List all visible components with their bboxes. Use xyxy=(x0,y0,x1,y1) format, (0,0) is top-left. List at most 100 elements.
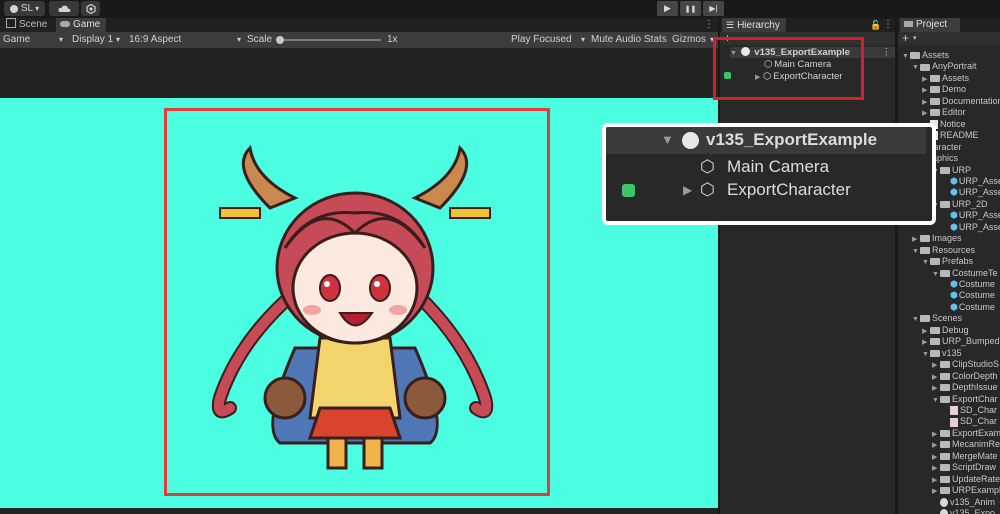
scale-slider-track[interactable] xyxy=(276,36,381,44)
image-icon xyxy=(950,406,958,416)
project-tree-item[interactable]: ▶ ExportExam xyxy=(898,428,1000,439)
pause-button[interactable]: ❚❚ xyxy=(680,1,701,16)
highlight-frame xyxy=(164,108,550,496)
asset-icon: ⬢ xyxy=(950,187,958,198)
scale-value: 1x xyxy=(387,34,398,45)
account-button[interactable]: SL ▾ xyxy=(4,1,45,16)
tab-game[interactable]: Game xyxy=(56,18,106,32)
folder-icon xyxy=(940,372,950,380)
project-item-label: DepthIssue xyxy=(952,382,998,393)
project-tree-item[interactable]: ▼ AnyPortrait xyxy=(898,61,977,72)
tab-hierarchy[interactable]: ☰ Hierarchy xyxy=(722,18,786,32)
project-tree-item[interactable]: ▶ ColorDepth xyxy=(898,371,998,382)
list-icon: ☰ xyxy=(726,20,735,30)
project-tree-item[interactable]: ▼ v135 xyxy=(898,348,962,359)
project-item-label: Documentation xyxy=(942,95,1000,106)
project-item-label: ExportChar xyxy=(952,393,998,404)
project-item-label: SD_Char xyxy=(960,404,998,415)
panel-menu-button[interactable]: ⋮ xyxy=(703,18,715,32)
project-tree-item[interactable]: ▶ Editor xyxy=(898,107,966,118)
project-item-label: Costume xyxy=(958,301,995,312)
project-tree-item[interactable]: ⬢Costume xyxy=(898,279,995,290)
folder-icon xyxy=(930,75,940,83)
project-tree-item[interactable]: SD_Char xyxy=(898,405,997,416)
play-button[interactable]: ▶ xyxy=(657,1,678,16)
project-item-label: URPExampl xyxy=(952,485,1000,496)
project-tree-item[interactable]: ▶ ScriptDraw xyxy=(898,462,996,473)
prefab-icon: ⬢ xyxy=(950,279,958,289)
game-panel-tabs: Scene Game ⋮ xyxy=(0,18,718,32)
play-focused-dropdown[interactable]: Play Focused ▾ xyxy=(511,32,585,48)
project-tree-item[interactable]: ▼ Prefabs xyxy=(898,256,973,267)
project-tree-item[interactable]: ▼ Assets xyxy=(898,50,949,61)
folder-icon xyxy=(940,395,950,403)
folder-icon xyxy=(940,166,950,174)
project-item-label: URP_2D xyxy=(952,198,988,209)
add-button[interactable]: + xyxy=(902,32,909,45)
cloud-button[interactable] xyxy=(49,1,79,16)
callout-item-main-camera: ⬡ Main Camera xyxy=(606,155,924,179)
project-tree-item[interactable]: ▶ Demo xyxy=(898,84,966,95)
character-gizmo-icon xyxy=(622,184,635,197)
project-tree-item[interactable]: ▼ Scenes xyxy=(898,313,962,324)
hierarchy-menu-button[interactable]: ⋮ xyxy=(883,18,893,32)
display-mode-dropdown[interactable]: Game ▾ xyxy=(3,32,67,48)
folder-icon xyxy=(940,475,950,483)
project-item-label: ExportExam xyxy=(952,427,1000,438)
gameobject-cube-icon: ⬡ xyxy=(700,157,715,176)
prefab-icon: ⬢ xyxy=(950,301,958,312)
project-tree-item[interactable]: v135_Anim xyxy=(898,497,995,508)
stats-toggle[interactable]: Stats xyxy=(644,32,667,48)
chevron-down-icon: ▾ xyxy=(913,35,917,42)
project-tree-item[interactable]: ▶ Documentation xyxy=(898,96,1000,107)
folder-icon xyxy=(940,429,950,437)
play-focused-label: Play Focused xyxy=(511,34,572,45)
project-tree-item[interactable]: ▶ DepthIssue xyxy=(898,382,998,393)
game-view-letterbox xyxy=(0,48,718,98)
tab-project[interactable]: Project xyxy=(900,18,960,32)
project-tree-item[interactable]: ⬢Costume xyxy=(898,302,995,313)
project-tree-item[interactable]: ▶ UpdateRate xyxy=(898,474,1000,485)
folder-icon xyxy=(930,338,940,346)
project-item-label: v135_Expo xyxy=(950,508,996,514)
project-item-label: v135_Anim xyxy=(950,496,996,507)
project-tree-item[interactable]: ▼ ExportChar xyxy=(898,394,998,405)
lock-button[interactable]: 🔓 xyxy=(870,18,881,32)
project-item-label: Prefabs xyxy=(942,256,974,267)
callout-scene-name: v135_ExportExample xyxy=(706,130,878,149)
collab-button[interactable] xyxy=(81,1,100,16)
project-tree-item[interactable]: ▼ CostumeTe xyxy=(898,268,998,279)
mute-audio-toggle[interactable]: Mute Audio xyxy=(591,32,641,48)
project-tree-item[interactable]: ▶ MecanimRe xyxy=(898,439,1000,450)
project-item-label: README xyxy=(940,130,979,141)
gizmos-dropdown[interactable]: Gizmos ▾ xyxy=(672,32,714,48)
project-tree-item[interactable]: v135_Expo xyxy=(898,508,995,514)
chevron-down-icon: ▾ xyxy=(58,35,63,44)
project-tree-item[interactable]: ⬢Costume xyxy=(898,290,995,301)
hierarchy-panel xyxy=(720,32,895,514)
more-vertical-icon: ⋮ xyxy=(883,19,893,30)
project-tree-item[interactable]: ▶ Images xyxy=(898,233,962,244)
project-tree-item[interactable]: SD_Char xyxy=(898,416,997,427)
caret-right-icon: ▶ xyxy=(683,183,693,197)
project-tree-item[interactable]: ▼ Resources xyxy=(898,245,975,256)
folder-icon xyxy=(940,441,950,449)
step-button[interactable]: ▶| xyxy=(703,1,724,16)
project-toolbar: + ▾ xyxy=(898,32,1000,45)
tab-scene[interactable]: Scene xyxy=(3,18,55,32)
scale-slider-thumb[interactable] xyxy=(276,36,284,44)
project-tree-item[interactable]: ▶ URPExampl xyxy=(898,485,1000,496)
project-item-label: URP_Asset_ xyxy=(958,221,1000,232)
more-vertical-icon[interactable]: ⋮ xyxy=(882,47,892,58)
folder-icon xyxy=(920,63,930,71)
project-tree-item[interactable]: ▶ ClipStudioS xyxy=(898,359,999,370)
project-tree-item[interactable]: ▶ Assets xyxy=(898,73,969,84)
display-dropdown[interactable]: Display 1 ▾ xyxy=(72,32,120,48)
game-view-toolbar: Game ▾ Display 1 ▾ 16:9 Aspect ▾ Scale 1… xyxy=(0,32,718,48)
project-tree-item[interactable]: ▶ Debug xyxy=(898,325,969,336)
project-item-label: MecanimRe xyxy=(952,439,1000,450)
project-tree-item[interactable]: ▶ URP_BumpedI xyxy=(898,336,1000,347)
aspect-dropdown[interactable]: 16:9 Aspect ▾ xyxy=(129,32,241,48)
project-tree-item[interactable]: ▶ MergeMate xyxy=(898,451,998,462)
project-tab-bar: Project xyxy=(898,18,1000,32)
